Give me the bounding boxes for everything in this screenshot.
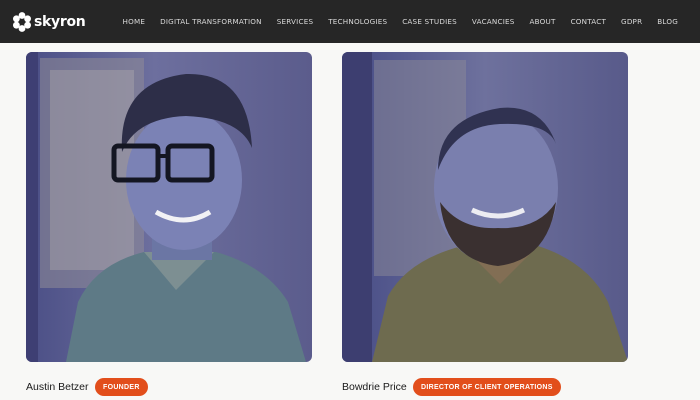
role-badge: DIRECTOR OF CLIENT OPERATIONS [413, 378, 561, 396]
nav-item-case-studies[interactable]: CASE STUDIES [402, 17, 457, 26]
nav-item-digital-transformation[interactable]: DIGITAL TRANSFORMATION [160, 17, 262, 26]
team-member-photo [342, 52, 628, 362]
skyron-logo[interactable]: skyron [13, 11, 86, 33]
main-nav: HOME DIGITAL TRANSFORMATION SERVICES TEC… [108, 0, 678, 43]
nav-item-gdpr[interactable]: GDPR [621, 17, 642, 26]
skyron-flower-icon [13, 12, 31, 32]
brand-name: skyron [34, 14, 86, 30]
nav-item-contact[interactable]: CONTACT [571, 17, 606, 26]
portrait-photo-bowdrie [342, 52, 628, 362]
team-member-photo [26, 52, 312, 362]
nav-item-services[interactable]: SERVICES [277, 17, 313, 26]
portrait-photo-austin [26, 52, 312, 362]
nav-item-technologies[interactable]: TECHNOLOGIES [328, 17, 387, 26]
nav-item-about[interactable]: ABOUT [530, 17, 556, 26]
role-badge: FOUNDER [95, 378, 148, 396]
nav-item-blog[interactable]: BLOG [657, 17, 678, 26]
nav-item-vacancies[interactable]: VACANCIES [472, 17, 515, 26]
nav-item-home[interactable]: HOME [123, 17, 146, 26]
team-member-name: Bowdrie Price [342, 381, 407, 393]
team-member-name: Austin Betzer [26, 381, 89, 393]
top-navigation-bar: skyron HOME DIGITAL TRANSFORMATION SERVI… [0, 0, 700, 43]
